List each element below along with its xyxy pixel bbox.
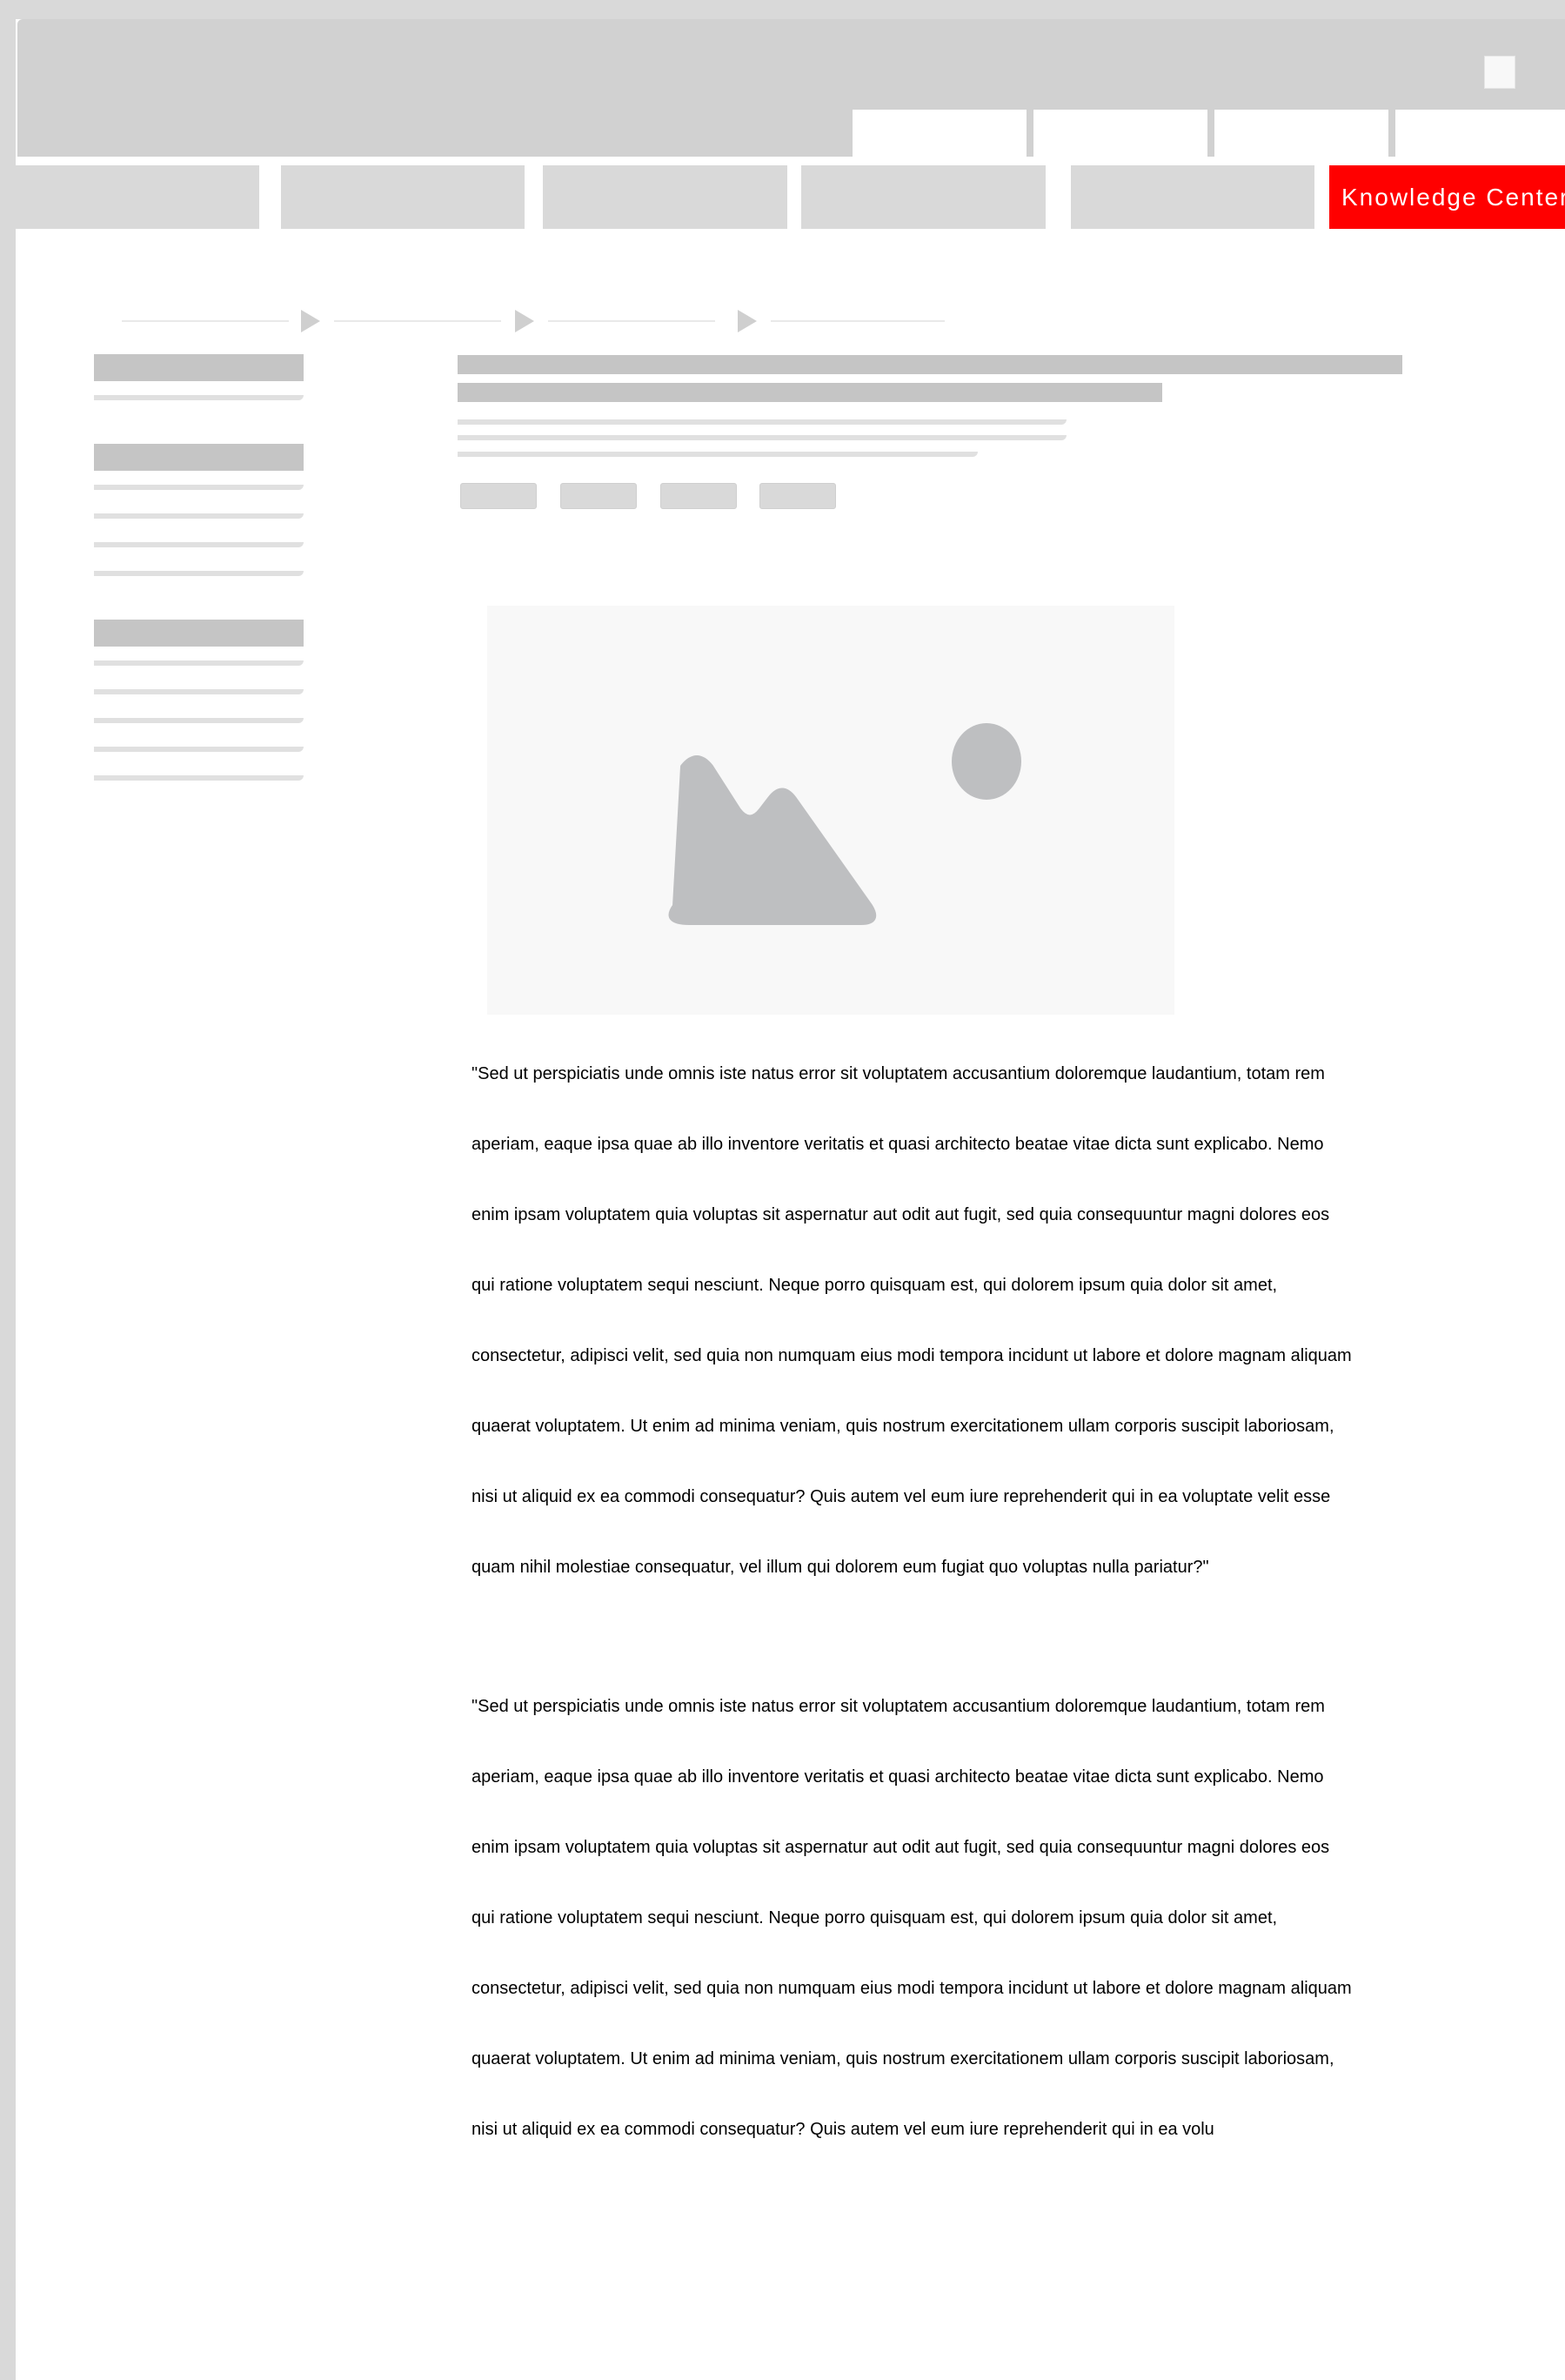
side-nav-link[interactable]: [94, 660, 304, 666]
side-nav-link[interactable]: [94, 395, 304, 400]
nav-item-2[interactable]: [281, 165, 525, 229]
header-icon-button[interactable]: [1484, 56, 1515, 89]
paragraph-line: nisi ut aliquid ex ea commodi consequatu…: [472, 1487, 1331, 1506]
side-nav-link[interactable]: [94, 747, 304, 752]
paragraph-line: consectetur, adipisci velit, sed quia no…: [472, 1979, 1352, 1998]
breadcrumb-item-4[interactable]: [771, 320, 945, 322]
breadcrumb-item-1[interactable]: [122, 320, 289, 322]
side-nav-link[interactable]: [94, 689, 304, 694]
nav-spacer: [16, 157, 1565, 165]
header-tab-divider: [1388, 110, 1395, 157]
paragraph-line: enim ipsam voluptatem quia voluptas sit …: [472, 1838, 1330, 1857]
header-tab-divider: [1207, 110, 1214, 157]
play-arrow-icon: [515, 310, 534, 332]
paragraph-line: qui ratione voluptatem sequi nesciunt. N…: [472, 1276, 1278, 1295]
nav-item-5[interactable]: [1071, 165, 1314, 229]
article-paragraph-2: "Sed ut perspiciatis unde omnis iste nat…: [472, 1672, 1428, 2165]
article-meta-line: [458, 419, 1067, 425]
article-title-line-1: [458, 355, 1402, 374]
article-title-line-2: [458, 383, 1162, 402]
nav-item-1[interactable]: [0, 165, 259, 229]
paragraph-line: nisi ut aliquid ex ea commodi consequatu…: [472, 2120, 1214, 2139]
breadcrumb: [122, 305, 948, 339]
breadcrumb-item-3[interactable]: [548, 320, 715, 322]
paragraph-line: quam nihil molestiae consequatur, vel il…: [472, 1558, 1209, 1577]
side-nav-heading-2[interactable]: [94, 444, 304, 471]
paragraph-line: quaerat voluptatem. Ut enim ad minima ve…: [472, 2049, 1334, 2068]
article-meta-line: [458, 435, 1067, 440]
article-meta-line: [458, 452, 978, 457]
paragraph-line: "Sed ut perspiciatis unde omnis iste nat…: [472, 1697, 1325, 1716]
side-nav-link[interactable]: [94, 542, 304, 547]
tag-chip-2[interactable]: [560, 483, 637, 509]
header-logo-area: [17, 108, 853, 157]
image-placeholder-icon: [668, 723, 1021, 925]
header-tab-3[interactable]: [1214, 110, 1388, 157]
paragraph-line: "Sed ut perspiciatis unde omnis iste nat…: [472, 1064, 1325, 1083]
window-frame-left: [0, 0, 16, 2380]
play-arrow-icon: [301, 310, 320, 332]
article-paragraph-1: "Sed ut perspiciatis unde omnis iste nat…: [472, 1039, 1428, 1603]
side-nav-link[interactable]: [94, 513, 304, 519]
paragraph-line: enim ipsam voluptatem quia voluptas sit …: [472, 1205, 1330, 1224]
header-tab-1[interactable]: [853, 110, 1027, 157]
nav-item-knowledge-center[interactable]: Knowledge Center: [1329, 165, 1565, 229]
paragraph-line: aperiam, eaque ipsa quae ab illo invento…: [472, 1135, 1324, 1154]
tag-chip-4[interactable]: [759, 483, 836, 509]
side-nav-heading-3[interactable]: [94, 620, 304, 647]
side-nav-link[interactable]: [94, 571, 304, 576]
hero-image: [487, 606, 1174, 1015]
play-arrow-icon: [738, 310, 757, 332]
paragraph-line: consectetur, adipisci velit, sed quia no…: [472, 1346, 1352, 1365]
side-nav-heading-1[interactable]: [94, 354, 304, 381]
breadcrumb-item-2[interactable]: [334, 320, 501, 322]
header-tab-2[interactable]: [1033, 110, 1207, 157]
nav-item-4[interactable]: [801, 165, 1046, 229]
side-nav-link[interactable]: [94, 718, 304, 723]
header-tab-4[interactable]: [1395, 110, 1565, 157]
site-header: [17, 19, 1565, 110]
tag-chip-1[interactable]: [460, 483, 537, 509]
window-frame-top: [0, 0, 1565, 19]
paragraph-line: aperiam, eaque ipsa quae ab illo invento…: [472, 1767, 1324, 1787]
side-nav-link[interactable]: [94, 485, 304, 490]
paragraph-line: qui ratione voluptatem sequi nesciunt. N…: [472, 1908, 1278, 1927]
tag-chip-3[interactable]: [660, 483, 737, 509]
header-tab-divider: [1027, 110, 1033, 157]
nav-item-3[interactable]: [543, 165, 787, 229]
side-nav-link[interactable]: [94, 775, 304, 781]
paragraph-line: quaerat voluptatem. Ut enim ad minima ve…: [472, 1417, 1334, 1436]
